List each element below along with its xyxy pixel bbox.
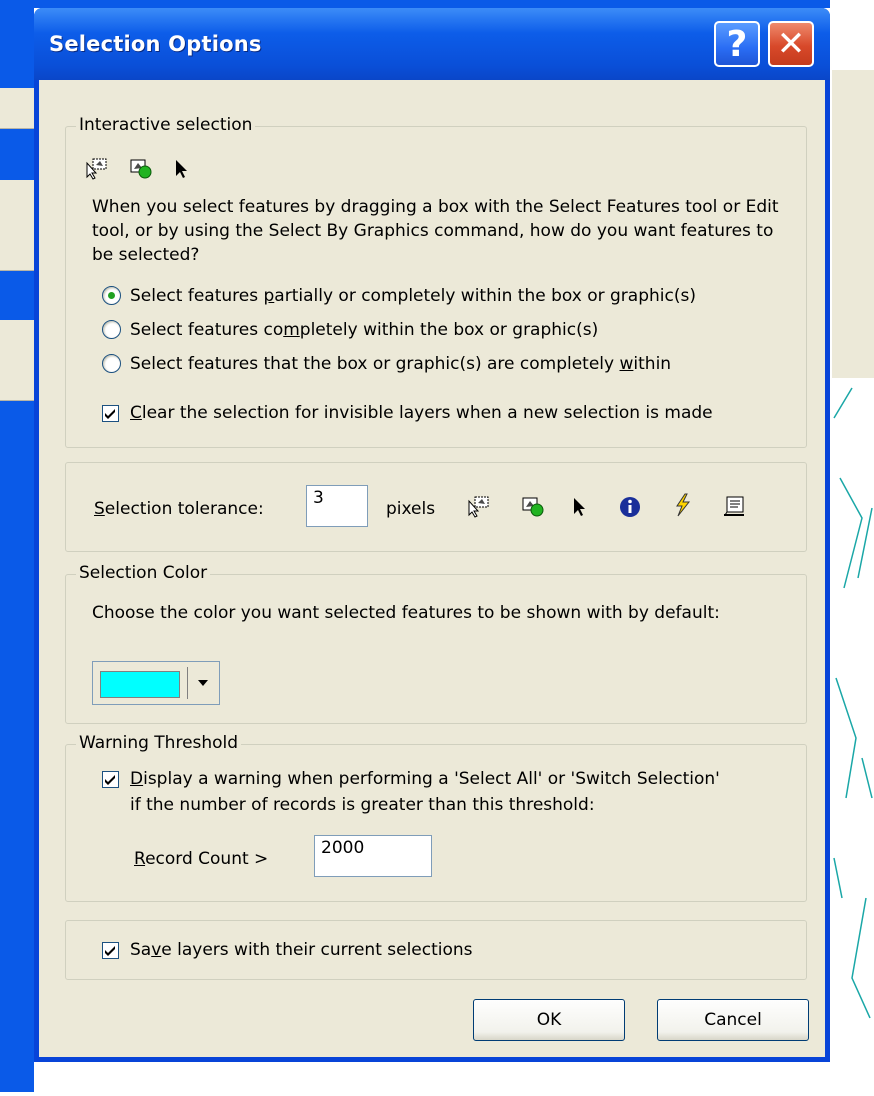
background-title-strip bbox=[0, 0, 874, 8]
selection-color-swatch bbox=[100, 671, 180, 698]
identify-info-icon bbox=[620, 497, 640, 517]
selection-options-dialog: Selection Options ? ✕ Interactive select… bbox=[34, 8, 830, 1062]
cancel-button[interactable]: Cancel bbox=[657, 999, 809, 1041]
tolerance-unit-label: pixels bbox=[386, 499, 436, 519]
selection-tolerance-label: Selection tolerance: bbox=[94, 499, 264, 519]
interactive-selection-label: Interactive selection bbox=[76, 115, 256, 135]
select-elements-arrow-icon bbox=[176, 160, 187, 178]
clear-invisible-label: Clear the selection for invisible layers… bbox=[130, 403, 713, 423]
help-button[interactable]: ? bbox=[714, 21, 760, 67]
display-warning-label-line2: if the number of records is greater than… bbox=[130, 795, 595, 815]
radio-partially-within[interactable] bbox=[102, 286, 121, 305]
select-features-icon bbox=[468, 496, 489, 518]
ok-button[interactable]: OK bbox=[473, 999, 625, 1041]
background-map-view bbox=[832, 378, 874, 1092]
close-button[interactable]: ✕ bbox=[768, 21, 814, 67]
html-popup-icon bbox=[724, 496, 744, 516]
background-toolbar-right bbox=[832, 70, 874, 131]
warning-threshold-label: Warning Threshold bbox=[76, 733, 242, 753]
background-app-left bbox=[0, 0, 34, 1092]
record-count-input[interactable]: 2000 bbox=[314, 835, 432, 877]
selection-color-picker[interactable] bbox=[92, 661, 220, 705]
save-selections-checkbox[interactable] bbox=[102, 942, 119, 959]
tolerance-input[interactable]: 3 bbox=[306, 485, 368, 527]
clear-invisible-checkbox[interactable] bbox=[102, 405, 119, 422]
checkmark-icon bbox=[105, 946, 115, 956]
background-toolbar bbox=[0, 320, 34, 401]
radio-box-within-features[interactable] bbox=[102, 354, 121, 373]
background-toolbar-right bbox=[832, 130, 874, 381]
selection-color-label: Selection Color bbox=[76, 563, 211, 583]
radio-completely-within[interactable] bbox=[102, 320, 121, 339]
selection-color-group: Selection Color Choose the color you wan… bbox=[65, 563, 807, 724]
checkmark-icon bbox=[105, 775, 115, 785]
interactive-selection-group: Interactive selection When you select fe… bbox=[65, 115, 807, 448]
option-box-within-label: Select features that the box or graphic(… bbox=[130, 354, 672, 374]
option-completely-label: Select features completely within the bo… bbox=[130, 320, 599, 340]
record-count-label: Record Count > bbox=[134, 849, 269, 869]
dropdown-arrow-icon[interactable] bbox=[193, 672, 213, 694]
save-selections-label: Save layers with their current selection… bbox=[130, 940, 473, 960]
display-warning-checkbox[interactable] bbox=[102, 771, 119, 788]
select-features-icon bbox=[86, 158, 107, 180]
divider bbox=[187, 667, 188, 699]
save-selections-group: Save layers with their current selection… bbox=[65, 920, 807, 980]
background-toolbar bbox=[0, 88, 34, 129]
background-toolbar bbox=[0, 180, 34, 271]
dialog-titlebar[interactable]: Selection Options ? ✕ bbox=[34, 8, 830, 80]
warning-threshold-group: Warning Threshold Display a warning when… bbox=[65, 733, 807, 902]
hyperlink-lightning-icon bbox=[676, 493, 691, 517]
select-by-graphics-icon bbox=[130, 159, 152, 179]
display-warning-label: Display a warning when performing a 'Sel… bbox=[130, 769, 720, 789]
dialog-client-area: Interactive selection When you select fe… bbox=[39, 80, 825, 1057]
dialog-title: Selection Options bbox=[49, 32, 262, 56]
selection-tolerance-group: Selection tolerance: 3 pixels bbox=[65, 462, 807, 552]
select-elements-arrow-icon bbox=[574, 498, 585, 516]
selection-color-description: Choose the color you want selected featu… bbox=[92, 603, 720, 623]
checkmark-icon bbox=[105, 409, 115, 419]
option-partially-label: Select features partially or completely … bbox=[130, 286, 696, 306]
interactive-description: When you select features by dragging a b… bbox=[92, 197, 779, 265]
select-by-graphics-icon bbox=[522, 497, 544, 517]
